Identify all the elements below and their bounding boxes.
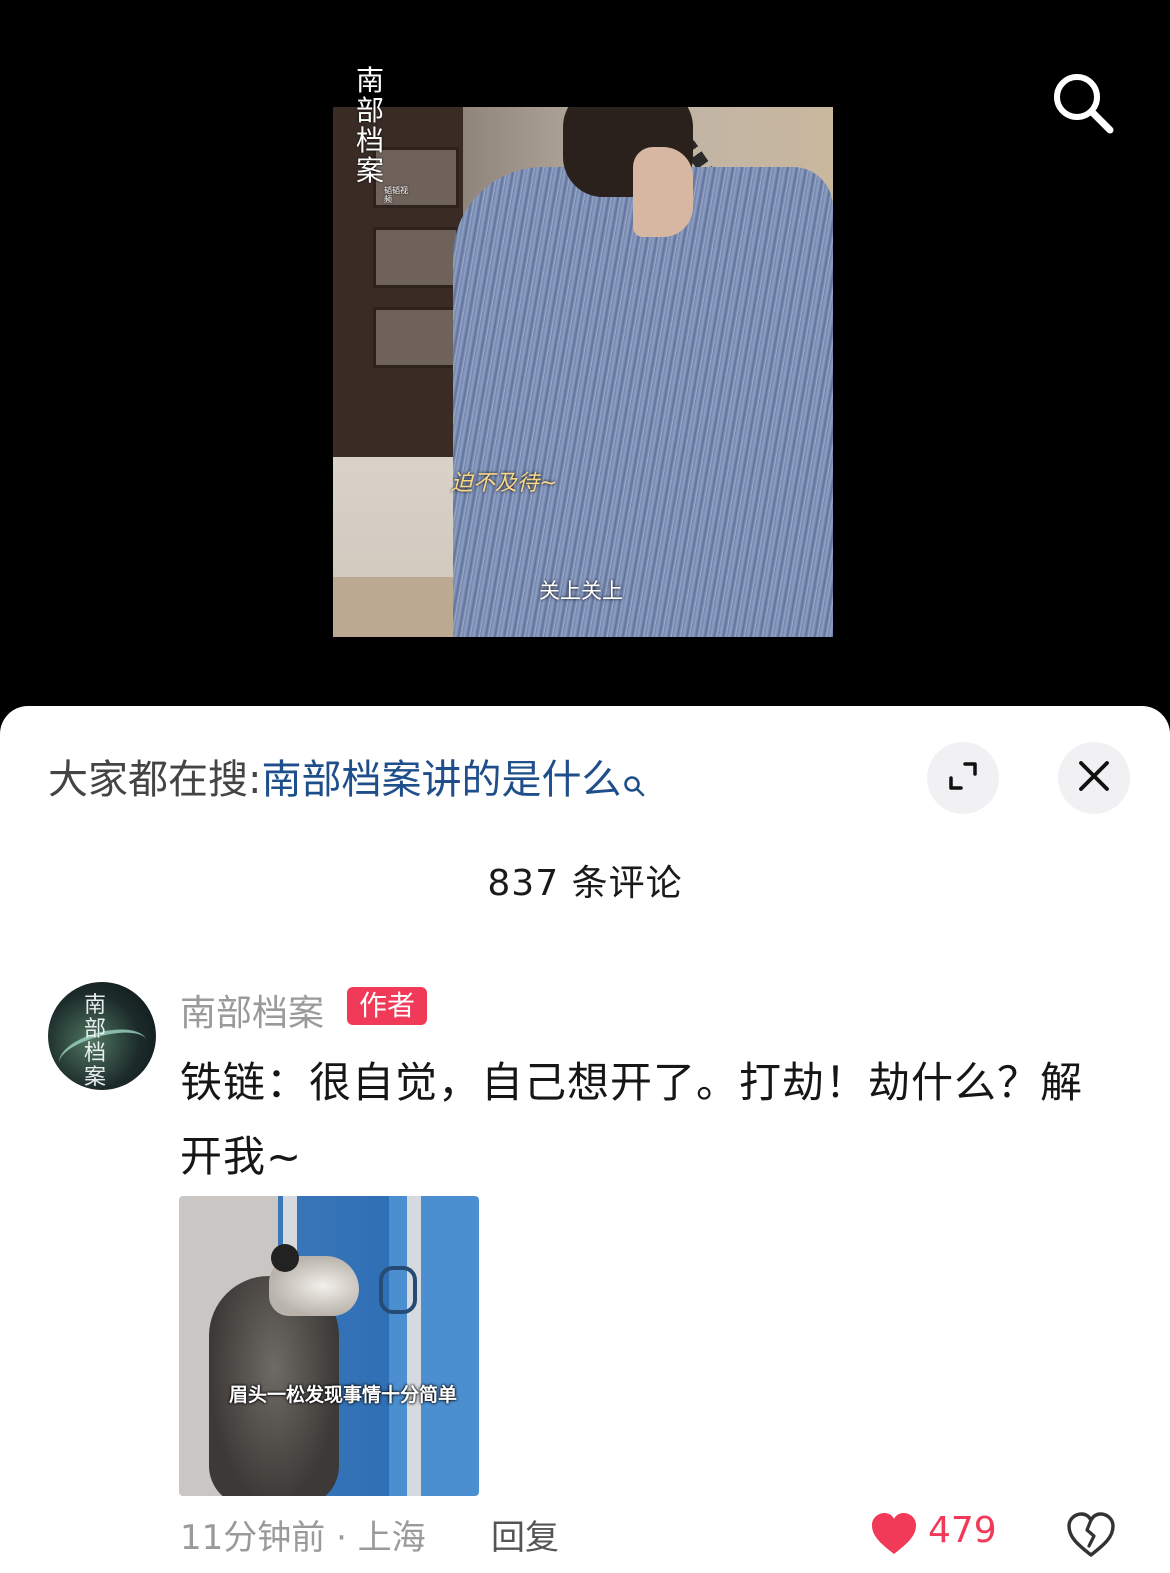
image-caption: 眉头一松发现事情十分简单 — [229, 1384, 458, 1406]
avatar-text: 南部档案 — [84, 993, 107, 1090]
video-player[interactable]: 迫不及待~ 关上关上 — [333, 107, 833, 637]
window-pane — [373, 307, 459, 368]
search-icon[interactable] — [1050, 70, 1114, 134]
comment-image[interactable]: 眉头一松发现事情十分简单 — [179, 1196, 479, 1496]
show-logo: 南部档案 韬韬视频 — [356, 64, 408, 205]
author-name[interactable]: 南部档案 — [180, 984, 324, 1036]
reply-button[interactable]: 回复 — [491, 1510, 559, 1559]
close-icon — [1077, 759, 1111, 797]
heart-icon[interactable] — [870, 1512, 918, 1556]
comment-text[interactable]: 铁链：很自觉，自己想开了。打劫！劫什么？解开我~ — [180, 1046, 1120, 1194]
window-pane — [373, 227, 459, 288]
avatar[interactable]: 南部档案 — [48, 982, 156, 1090]
window-handle — [379, 1266, 417, 1314]
comment-sheet: 大家都在搜:南部档案讲的是什么 837 条评论 南部档案 南部档案 作者 铁链：… — [0, 706, 1170, 1573]
author-badge: 作者 — [347, 987, 428, 1025]
search-icon — [623, 760, 645, 808]
expand-icon — [945, 758, 981, 798]
comment-count: 837 条评论 — [487, 863, 683, 904]
window-frame — [407, 1196, 421, 1496]
comment-time-location: 11分钟前 · 上海 — [180, 1518, 426, 1558]
person-in-coat — [453, 167, 833, 637]
show-logo-subtitle: 韬韬视频 — [384, 186, 408, 204]
broken-heart-icon[interactable] — [1066, 1510, 1116, 1560]
person-face — [633, 147, 693, 237]
hot-search-bar[interactable]: 大家都在搜:南部档案讲的是什么 — [48, 756, 645, 808]
expand-button[interactable] — [927, 742, 999, 814]
hot-search-query[interactable]: 南部档案讲的是什么 — [261, 757, 621, 803]
video-subtitle-bottom: 关上关上 — [539, 579, 623, 603]
hot-search-prefix: 大家都在搜: — [48, 757, 262, 803]
close-button[interactable] — [1058, 742, 1130, 814]
like-count: 479 — [928, 1510, 997, 1551]
possum-ear — [271, 1244, 299, 1272]
video-subtitle-top: 迫不及待~ — [451, 471, 558, 496]
show-logo-title: 南部档案 — [356, 64, 385, 187]
screen: 迫不及待~ 关上关上 南部档案 韬韬视频 大家都在搜:南部档案讲的是什么 837… — [0, 0, 1170, 1573]
